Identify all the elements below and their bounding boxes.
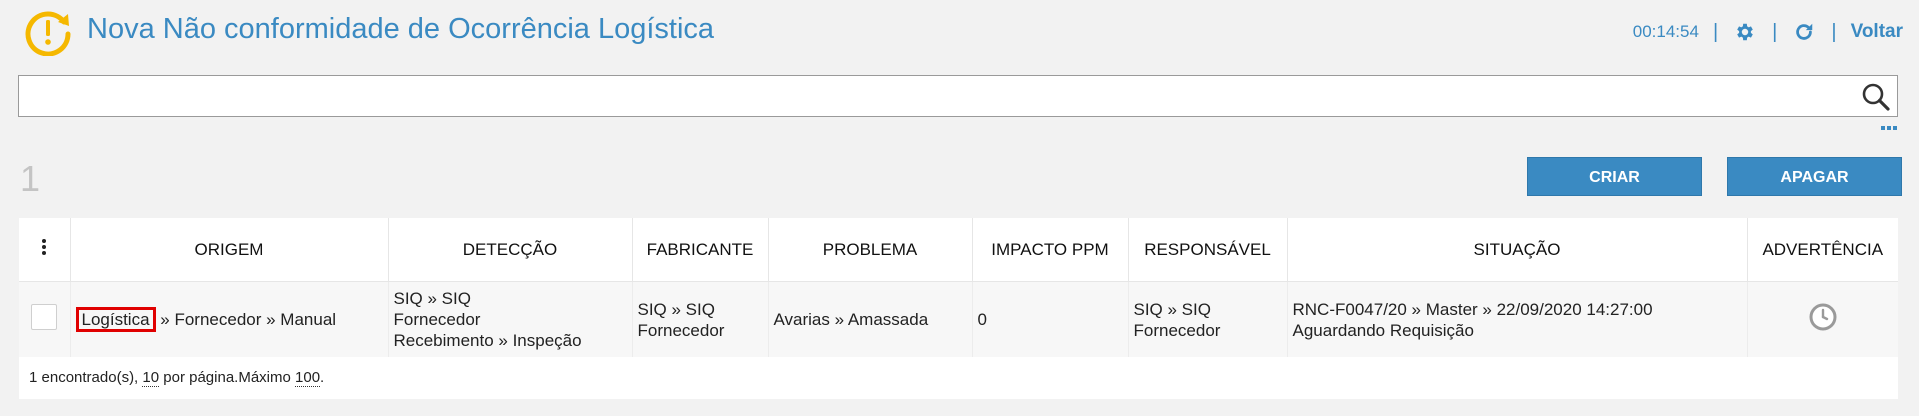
vertical-dots-icon[interactable] [41, 238, 47, 256]
refresh-icon[interactable] [1791, 19, 1817, 45]
cell-deteccao: SIQ » SIQ Fornecedor Recebimento » Inspe… [388, 281, 633, 357]
column-header-situacao[interactable]: SITUAÇÃO [1287, 218, 1748, 282]
origem-highlighted-text: Logística [75, 307, 156, 332]
cell-impacto-ppm: 0 [972, 281, 1129, 357]
cell-responsavel: SIQ » SIQ Fornecedor [1128, 281, 1288, 357]
session-timer: 00:14:54 [1632, 22, 1699, 41]
column-header-impacto-ppm[interactable]: IMPACTO PPM [972, 218, 1129, 282]
search-bar [18, 75, 1898, 117]
column-header-origem[interactable]: ORIGEM [70, 218, 389, 282]
origem-text: » Fornecedor » Manual [160, 310, 337, 329]
responsavel-line: Fornecedor [1133, 320, 1221, 340]
search-icon[interactable] [1861, 82, 1891, 112]
table-footer: 1 encontrado(s), 10 por página.Máximo 10… [19, 357, 1898, 399]
table-header-row: ORIGEM DETECÇÃO FABRICANTE PROBLEMA IMPA… [19, 218, 1898, 282]
cell-fabricante: SIQ » SIQ Fornecedor [632, 281, 769, 357]
results-table: ORIGEM DETECÇÃO FABRICANTE PROBLEMA IMPA… [19, 218, 1898, 399]
search-input[interactable] [27, 76, 1851, 116]
clock-icon[interactable] [1809, 303, 1837, 331]
toolbar: 00:14:54 | | | Voltar [1633, 18, 1903, 46]
situacao-line: RNC-F0047/20 » Master » 22/09/2020 14:27… [1292, 299, 1653, 319]
create-button[interactable]: CRIAR [1527, 157, 1702, 196]
column-header-problema[interactable]: PROBLEMA [768, 218, 973, 282]
footer-end: . [320, 369, 325, 386]
toolbar-divider: | [1712, 20, 1719, 43]
column-header-advertencia[interactable]: ADVERTÊNCIA [1747, 218, 1898, 282]
results-found-text: 1 encontrado(s), [29, 369, 139, 386]
record-count: 1 [20, 158, 41, 199]
logo-icon [25, 11, 71, 56]
table-row[interactable]: Logística » Fornecedor » Manual SIQ » SI… [19, 281, 1898, 357]
deteccao-line: Recebimento » Inspeção [393, 331, 582, 350]
per-page-selector[interactable]: 10 [142, 369, 160, 387]
more-options-icon[interactable] [1881, 124, 1897, 132]
cell-advertencia [1747, 281, 1898, 357]
toolbar-divider: | [1772, 20, 1778, 43]
column-header-fabricante[interactable]: FABRICANTE [632, 218, 769, 282]
cell-problema: Avarias » Amassada [768, 281, 973, 357]
deteccao-line: Fornecedor [393, 310, 481, 329]
back-link[interactable]: Voltar [1851, 21, 1903, 43]
column-menu[interactable] [19, 218, 71, 282]
page-title: Nova Não conformidade de Ocorrência Logí… [87, 13, 715, 45]
responsavel-line: SIQ » SIQ [1133, 299, 1211, 319]
column-header-deteccao[interactable]: DETECÇÃO [388, 218, 633, 282]
deteccao-line: SIQ » SIQ [393, 289, 471, 308]
column-header-responsavel[interactable]: RESPONSÁVEL [1128, 218, 1288, 282]
toolbar-divider: | [1831, 20, 1837, 43]
situacao-line: Aguardando Requisição [1292, 320, 1474, 340]
row-select-cell [19, 281, 71, 357]
max-page-selector[interactable]: 100 [295, 369, 321, 387]
cell-situacao: RNC-F0047/20 » Master » 22/09/2020 14:27… [1287, 281, 1748, 357]
cell-origem: Logística » Fornecedor » Manual [70, 281, 389, 357]
header: Nova Não conformidade de Ocorrência Logí… [0, 0, 1919, 66]
fabricante-line: Fornecedor [637, 320, 725, 340]
gear-icon[interactable] [1732, 19, 1758, 45]
row-checkbox[interactable] [31, 304, 57, 330]
per-page-label: por página.Máximo [163, 369, 291, 386]
fabricante-line: SIQ » SIQ [637, 299, 715, 319]
delete-button[interactable]: APAGAR [1727, 157, 1902, 196]
